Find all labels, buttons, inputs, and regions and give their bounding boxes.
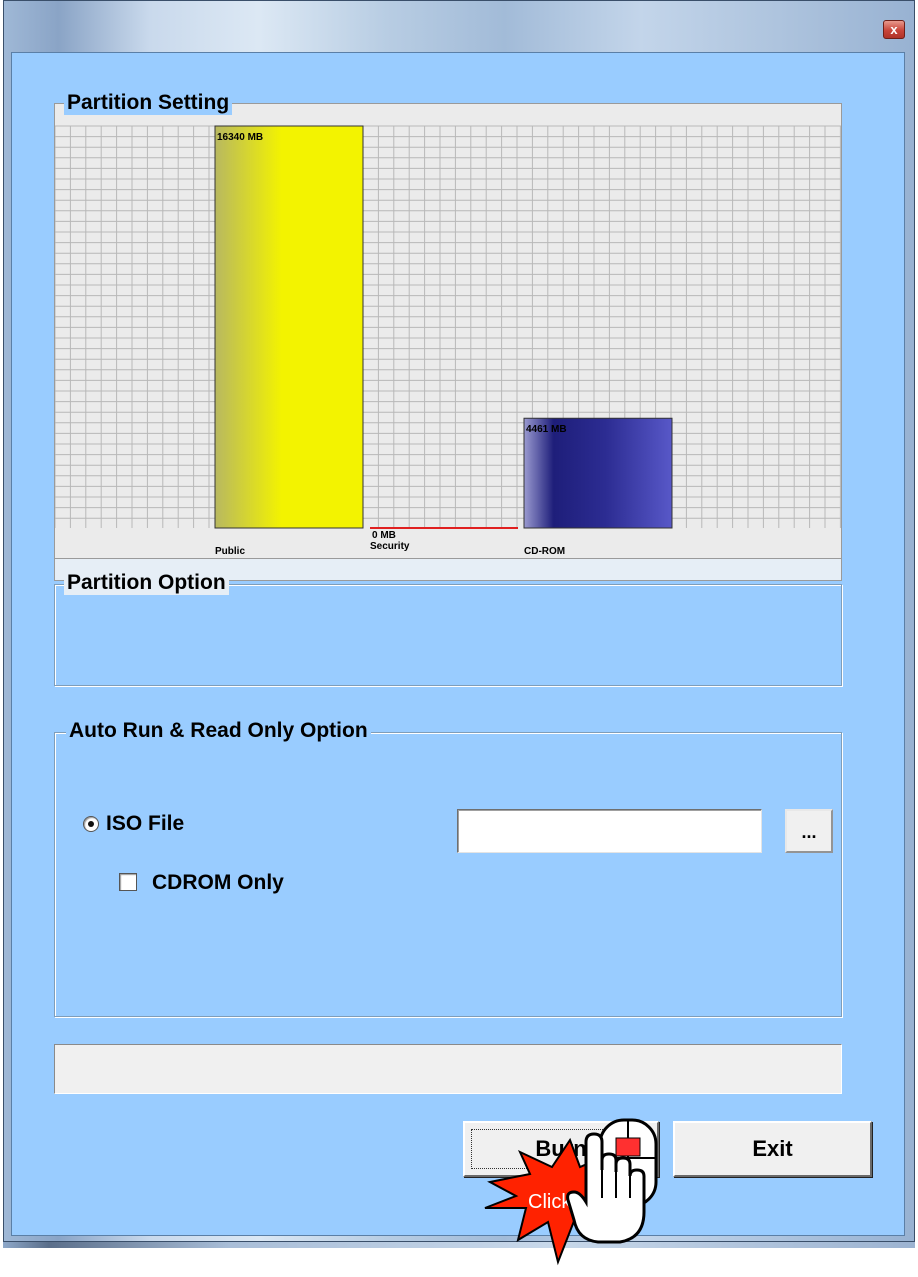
close-icon: x (890, 22, 898, 37)
iso-file-label: ISO File (106, 812, 185, 835)
window-bottom-edge (3, 1242, 915, 1248)
radio-selected-dot (88, 821, 94, 827)
bar-value-label: 16340 MB (217, 132, 263, 143)
close-button[interactable]: x (883, 20, 905, 39)
auto-run-title: Auto Run & Read Only Option (66, 719, 371, 743)
bar-public (214, 125, 364, 529)
browse-button[interactable]: ... (785, 809, 833, 853)
partition-chart: 16340 MB Public 0 MB Security 4461 MB CD-ROM (54, 103, 842, 559)
status-bar (54, 1044, 842, 1094)
click-annotation: Click (480, 1112, 680, 1277)
iso-path-input[interactable] (457, 809, 762, 853)
chart-grid (55, 125, 841, 528)
exit-button[interactable]: Exit (673, 1121, 872, 1177)
exit-button-label: Exit (752, 1136, 793, 1161)
iso-file-radio[interactable] (83, 816, 99, 832)
category-label: Security (370, 541, 410, 552)
bar-security (370, 527, 518, 529)
category-label: CD-ROM (524, 546, 565, 557)
partition-setting-title: Partition Setting (64, 91, 233, 115)
partition-chart-svg: 16340 MB Public 0 MBSecurity 4461 MB CD-ROM (55, 125, 841, 557)
partition-option-group (54, 584, 842, 686)
partition-option-title: Partition Option (64, 571, 229, 595)
cdrom-only-label: CDROM Only (152, 871, 284, 894)
category-label: Public (215, 546, 245, 557)
bar-value-label: 4461 MB (526, 424, 567, 435)
cdrom-only-checkbox[interactable] (119, 873, 137, 891)
bar-value-label: 0 MB (372, 530, 396, 541)
click-text: Click (528, 1191, 572, 1213)
